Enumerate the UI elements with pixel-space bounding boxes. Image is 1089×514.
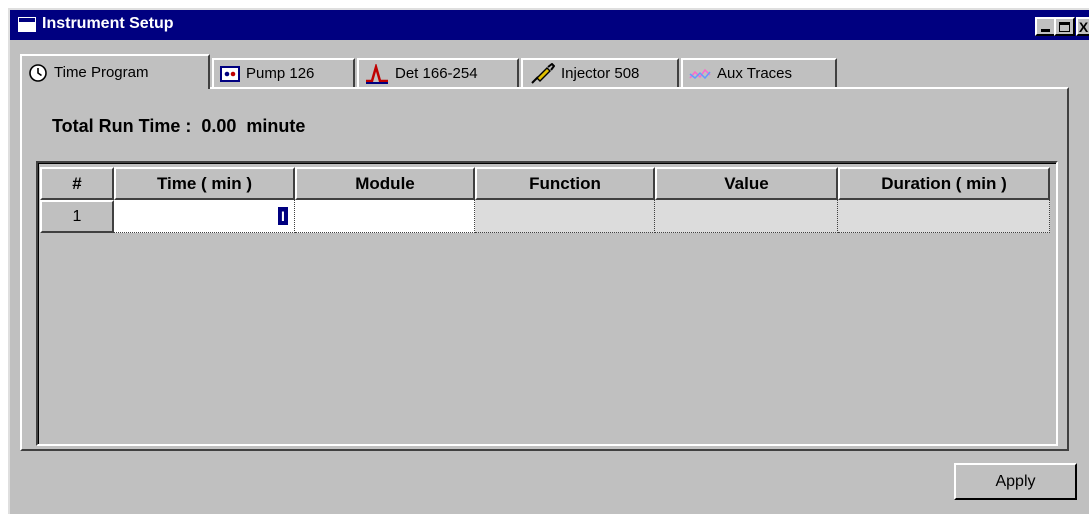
column-header-index[interactable]: # [40, 167, 114, 200]
maximize-icon [1059, 21, 1070, 32]
maximize-button[interactable] [1054, 17, 1075, 36]
clock-icon [29, 63, 47, 82]
module-cell[interactable] [295, 200, 475, 233]
detector-peak-icon [366, 63, 388, 84]
window-title: Instrument Setup [42, 15, 174, 32]
pump-icon [220, 65, 240, 82]
title-bar[interactable]: Instrument Setup X [10, 10, 1089, 40]
total-run-time: Total Run Time : 0.00 minute [52, 116, 306, 136]
tab-label: Time Program [54, 64, 149, 81]
traces-icon [689, 68, 711, 79]
time-program-table[interactable]: # Time ( min ) Module Function Value Dur… [36, 161, 1058, 446]
value-cell[interactable] [655, 200, 838, 233]
column-header-time[interactable]: Time ( min ) [114, 167, 295, 200]
column-header-duration[interactable]: Duration ( min ) [838, 167, 1050, 200]
tab-label: Injector 508 [561, 65, 640, 82]
tab-detector[interactable]: Det 166-254 [357, 58, 519, 87]
tab-time-program[interactable]: Time Program [20, 54, 210, 89]
function-cell[interactable] [475, 200, 655, 233]
text-cursor-icon: I [278, 207, 288, 225]
window-icon [18, 17, 36, 32]
duration-cell[interactable] [838, 200, 1050, 233]
column-header-function[interactable]: Function [475, 167, 655, 200]
time-cell[interactable]: I [114, 200, 295, 233]
row-header[interactable]: 1 [40, 200, 114, 233]
tab-label: Aux Traces [717, 65, 793, 82]
tab-pump[interactable]: Pump 126 [212, 58, 355, 87]
tab-aux-traces[interactable]: Aux Traces [681, 58, 837, 87]
column-header-value[interactable]: Value [655, 167, 838, 200]
apply-button[interactable]: Apply [954, 463, 1077, 500]
tab-label: Det 166-254 [395, 65, 478, 82]
tab-injector[interactable]: Injector 508 [521, 58, 679, 87]
minimize-button[interactable] [1035, 17, 1056, 36]
column-header-module[interactable]: Module [295, 167, 475, 200]
table-body: # Time ( min ) Module Function Value Dur… [38, 163, 1056, 444]
syringe-icon [531, 62, 555, 84]
close-button[interactable]: X [1076, 17, 1089, 36]
tab-label: Pump 126 [246, 65, 315, 82]
close-icon: X [1078, 18, 1089, 35]
minimize-icon [1041, 29, 1050, 32]
